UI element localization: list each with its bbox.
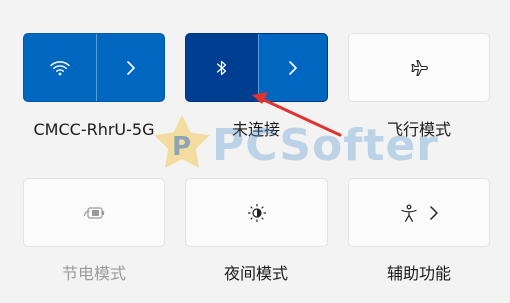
annotation-arrow: [252, 92, 342, 137]
